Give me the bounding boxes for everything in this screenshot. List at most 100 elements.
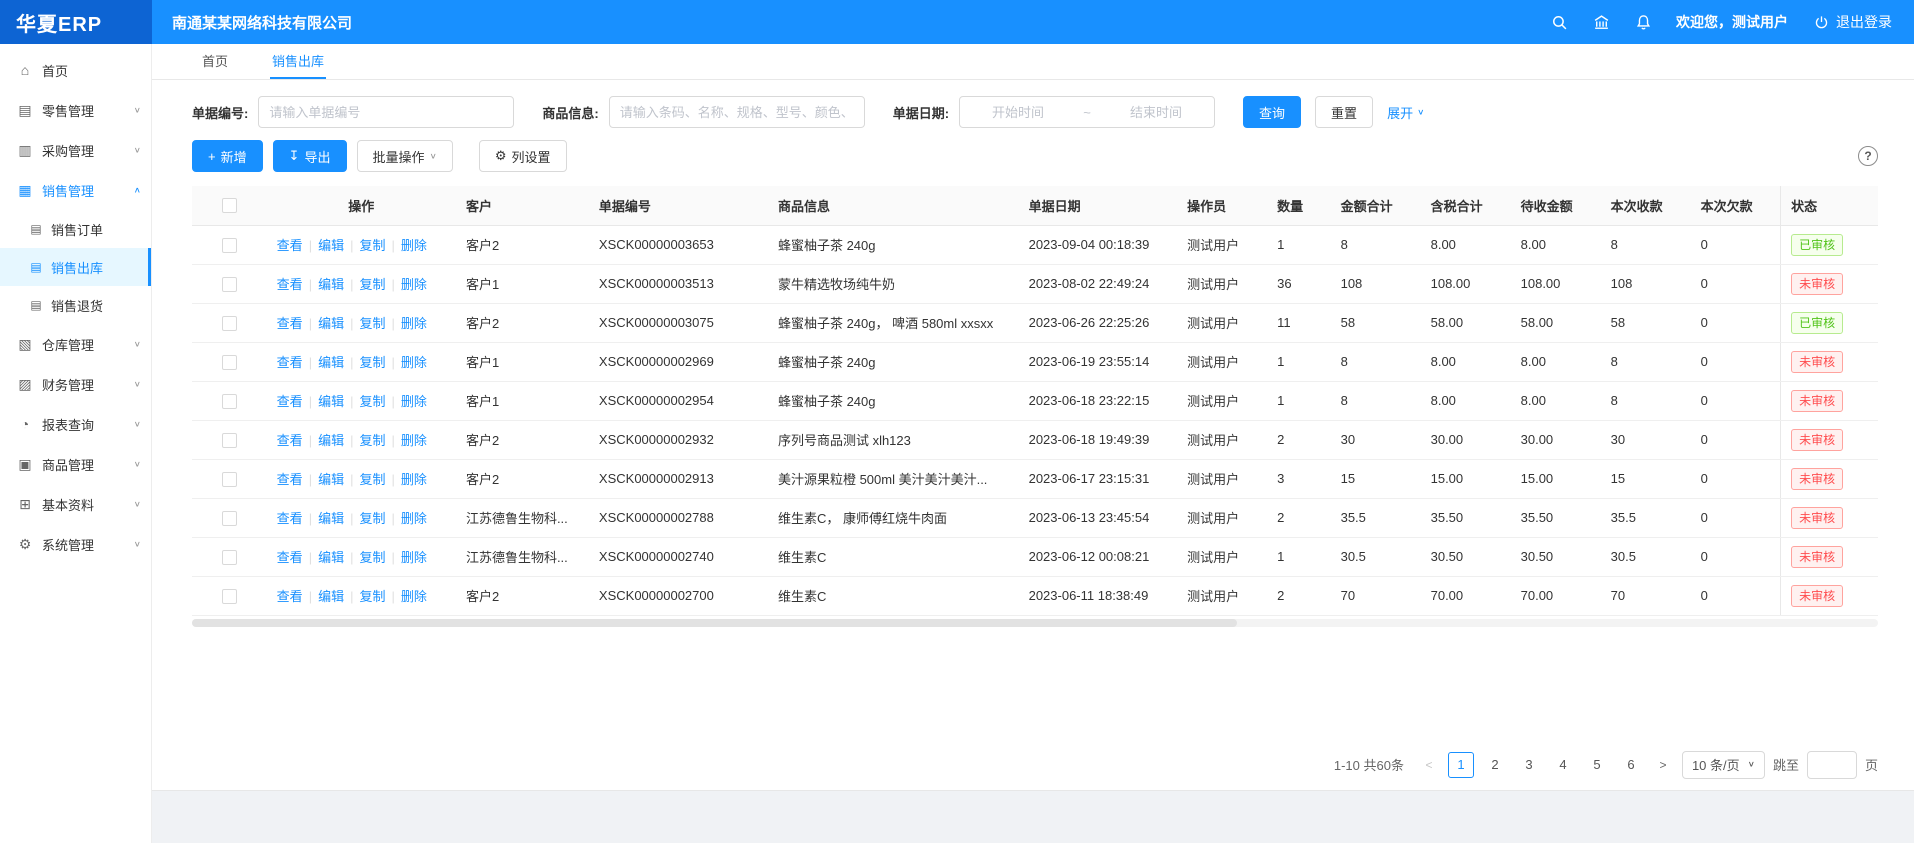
row-action-copy[interactable]: 复制 <box>359 472 385 487</box>
row-action-delete[interactable]: 删除 <box>401 355 427 370</box>
row-action-view[interactable]: 查看 <box>277 394 303 409</box>
row-action-view[interactable]: 查看 <box>277 472 303 487</box>
row-action-view[interactable]: 查看 <box>277 238 303 253</box>
row-checkbox[interactable] <box>222 238 237 253</box>
logout-button[interactable]: 退出登录 <box>1812 12 1892 32</box>
row-action-copy[interactable]: 复制 <box>359 316 385 331</box>
sidebar-item-sales-return[interactable]: ▤销售退货 <box>0 286 151 324</box>
row-checkbox[interactable] <box>222 511 237 526</box>
row-action-delete[interactable]: 删除 <box>401 277 427 292</box>
sidebar-item-system[interactable]: ⚙系统管理∨ <box>0 524 151 564</box>
row-action-view[interactable]: 查看 <box>277 277 303 292</box>
sidebar-item-retail[interactable]: ▤零售管理∨ <box>0 90 151 130</box>
row-action-copy[interactable]: 复制 <box>359 511 385 526</box>
row-checkbox[interactable] <box>222 394 237 409</box>
date-start-input[interactable] <box>966 105 1070 120</box>
row-action-edit[interactable]: 编辑 <box>318 511 344 526</box>
row-action-view[interactable]: 查看 <box>277 355 303 370</box>
row-action-copy[interactable]: 复制 <box>359 550 385 565</box>
sidebar-item-sales[interactable]: ▦销售管理∧ <box>0 170 151 210</box>
page-button-1[interactable]: 1 <box>1448 752 1474 778</box>
row-action-delete[interactable]: 删除 <box>401 238 427 253</box>
row-action-edit[interactable]: 编辑 <box>318 355 344 370</box>
column-header: 待收金额 <box>1511 186 1601 225</box>
add-button[interactable]: + 新增 <box>192 140 263 172</box>
row-action-delete[interactable]: 删除 <box>401 550 427 565</box>
row-action-view[interactable]: 查看 <box>277 589 303 604</box>
column-settings-button[interactable]: ⚙ 列设置 <box>479 140 567 172</box>
jump-page-input[interactable] <box>1807 751 1857 779</box>
row-checkbox[interactable] <box>222 355 237 370</box>
row-action-edit[interactable]: 编辑 <box>318 550 344 565</box>
row-action-copy[interactable]: 复制 <box>359 355 385 370</box>
scrollbar-thumb[interactable] <box>192 619 1237 627</box>
row-checkbox[interactable] <box>222 589 237 604</box>
date-range-picker[interactable]: ~ <box>959 96 1215 128</box>
sidebar-item-warehouse[interactable]: ▧仓库管理∨ <box>0 324 151 364</box>
action-separator: | <box>392 589 395 604</box>
sidebar-item-sales-order[interactable]: ▤销售订单 <box>0 210 151 248</box>
row-action-edit[interactable]: 编辑 <box>318 316 344 331</box>
search-button[interactable]: 查询 <box>1243 96 1301 128</box>
row-action-view[interactable]: 查看 <box>277 550 303 565</box>
reset-button[interactable]: 重置 <box>1315 96 1373 128</box>
action-separator: | <box>350 433 353 448</box>
sidebar-item-finance[interactable]: ▨财务管理∨ <box>0 364 151 404</box>
row-checkbox[interactable] <box>222 277 237 292</box>
row-action-delete[interactable]: 删除 <box>401 511 427 526</box>
row-action-edit[interactable]: 编辑 <box>318 472 344 487</box>
row-action-delete[interactable]: 删除 <box>401 316 427 331</box>
row-action-edit[interactable]: 编辑 <box>318 394 344 409</box>
sidebar-item-purchase[interactable]: ▥采购管理∨ <box>0 130 151 170</box>
row-action-copy[interactable]: 复制 <box>359 238 385 253</box>
page-button-5[interactable]: 5 <box>1584 752 1610 778</box>
next-page-button[interactable]: > <box>1652 758 1674 772</box>
help-icon[interactable]: ? <box>1858 146 1878 166</box>
row-action-edit[interactable]: 编辑 <box>318 238 344 253</box>
row-action-delete[interactable]: 删除 <box>401 472 427 487</box>
row-checkbox[interactable] <box>222 472 237 487</box>
page-button-2[interactable]: 2 <box>1482 752 1508 778</box>
row-action-copy[interactable]: 复制 <box>359 589 385 604</box>
row-action-delete[interactable]: 删除 <box>401 589 427 604</box>
row-action-edit[interactable]: 编辑 <box>318 433 344 448</box>
tab-home[interactable]: 首页 <box>200 44 230 79</box>
page-size-select[interactable]: 10 条/页∨ <box>1682 751 1765 779</box>
product-info-input[interactable] <box>609 96 865 128</box>
row-action-delete[interactable]: 删除 <box>401 394 427 409</box>
select-all-checkbox[interactable] <box>222 198 237 213</box>
row-checkbox[interactable] <box>222 316 237 331</box>
topbar-right: 欢迎您，测试用户 退出登录 <box>1550 12 1914 32</box>
page-button-3[interactable]: 3 <box>1516 752 1542 778</box>
row-action-edit[interactable]: 编辑 <box>318 277 344 292</box>
page-button-6[interactable]: 6 <box>1618 752 1644 778</box>
search-icon[interactable] <box>1550 13 1568 31</box>
prev-page-button[interactable]: < <box>1418 758 1440 772</box>
sidebar-item-goods[interactable]: ▣商品管理∨ <box>0 444 151 484</box>
row-checkbox[interactable] <box>222 550 237 565</box>
row-action-copy[interactable]: 复制 <box>359 277 385 292</box>
row-action-copy[interactable]: 复制 <box>359 394 385 409</box>
date-end-input[interactable] <box>1104 105 1208 120</box>
page-button-4[interactable]: 4 <box>1550 752 1576 778</box>
sidebar-item-home[interactable]: ⌂首页 <box>0 50 151 90</box>
row-action-view[interactable]: 查看 <box>277 433 303 448</box>
row-action-delete[interactable]: 删除 <box>401 433 427 448</box>
horizontal-scrollbar[interactable] <box>192 619 1878 627</box>
tab-sales-outbound[interactable]: 销售出库 <box>270 44 326 79</box>
row-checkbox[interactable] <box>222 433 237 448</box>
row-action-edit[interactable]: 编辑 <box>318 589 344 604</box>
batch-operations-button[interactable]: 批量操作 ∨ <box>357 140 453 172</box>
doc-no-input[interactable] <box>258 96 514 128</box>
row-action-copy[interactable]: 复制 <box>359 433 385 448</box>
row-action-view[interactable]: 查看 <box>277 511 303 526</box>
expand-link[interactable]: 展开 ∨ <box>1387 103 1424 122</box>
export-button[interactable]: ↧ 导出 <box>273 140 347 172</box>
sidebar-item-sales-outbound[interactable]: ▤销售出库 <box>0 248 151 286</box>
bell-icon[interactable] <box>1634 13 1652 31</box>
sidebar-item-report[interactable]: ◔报表查询∨ <box>0 404 151 444</box>
sidebar-item-basic-data[interactable]: ⊞基本资料∨ <box>0 484 151 524</box>
bank-icon[interactable] <box>1592 13 1610 31</box>
row-action-view[interactable]: 查看 <box>277 316 303 331</box>
table-row: 查看|编辑|复制|删除客户2XSCK00000003075蜂蜜柚子茶 240g，… <box>192 303 1878 342</box>
